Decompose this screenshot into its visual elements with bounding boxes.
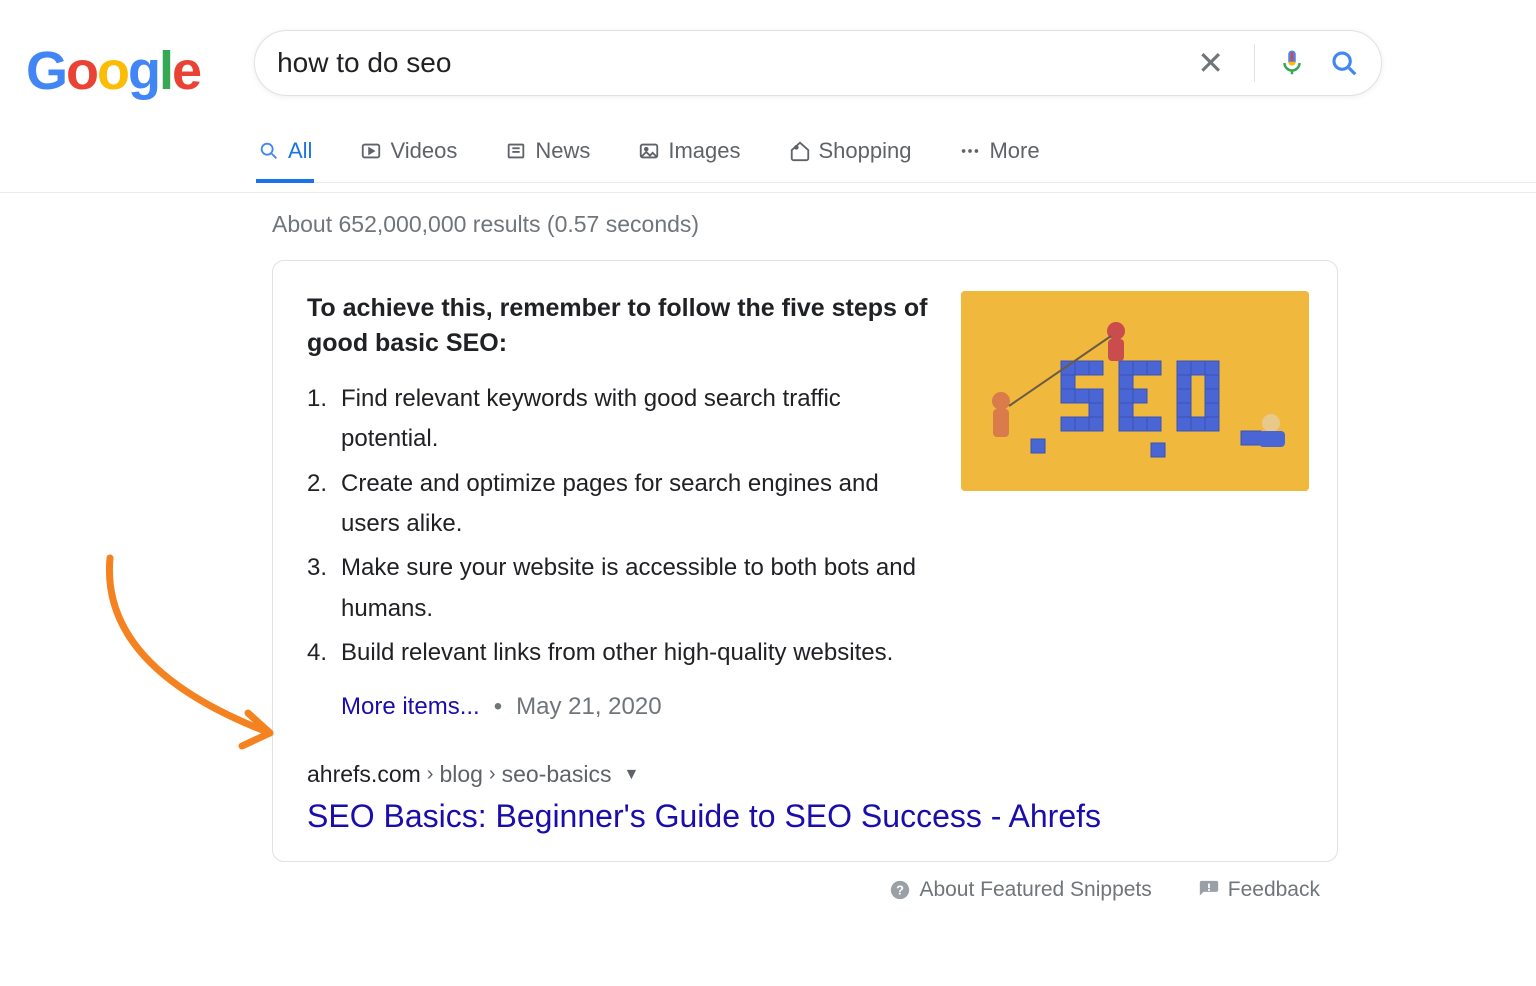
search-icon[interactable] <box>1329 48 1359 78</box>
chevron-icon: › <box>427 763 434 786</box>
divider <box>1254 44 1255 82</box>
dot-separator: • <box>494 693 502 721</box>
search-box: ✕ <box>254 30 1382 96</box>
google-logo[interactable]: Google <box>26 40 200 102</box>
tab-label: All <box>288 138 312 164</box>
clear-icon[interactable]: ✕ <box>1189 44 1232 82</box>
breadcrumb-part: blog <box>439 761 482 788</box>
svg-text:?: ? <box>897 883 905 898</box>
snippet-date: May 21, 2020 <box>516 693 661 721</box>
snippet-list: 1.Find relevant keywords with good searc… <box>307 379 939 673</box>
tab-all[interactable]: All <box>256 128 314 182</box>
breadcrumb: ahrefs.com › blog › seo-basics ▼ <box>307 761 1309 788</box>
tab-videos[interactable]: Videos <box>358 128 459 182</box>
mic-icon[interactable] <box>1277 48 1307 78</box>
featured-snippet: To achieve this, remember to follow the … <box>272 260 1338 862</box>
snippet-thumbnail[interactable] <box>961 291 1309 491</box>
tab-label: News <box>535 138 590 164</box>
tab-label: Shopping <box>819 138 912 164</box>
tab-label: Videos <box>390 138 457 164</box>
tab-label: Images <box>668 138 740 164</box>
chevron-icon: › <box>489 763 496 786</box>
about-featured-snippets-link[interactable]: ? About Featured Snippets <box>889 878 1151 902</box>
list-item: 3.Make sure your website is accessible t… <box>307 548 939 629</box>
breadcrumb-domain: ahrefs.com <box>307 761 421 788</box>
result-stats: About 652,000,000 results (0.57 seconds) <box>272 211 1338 238</box>
breadcrumb-part: seo-basics <box>502 761 612 788</box>
nav-divider <box>0 192 1536 193</box>
snippet-heading: To achieve this, remember to follow the … <box>307 291 939 361</box>
list-item: 4.Build relevant links from other high-q… <box>307 633 939 673</box>
feedback-link[interactable]: Feedback <box>1198 878 1320 902</box>
tab-images[interactable]: Images <box>636 128 742 182</box>
result-title-link[interactable]: SEO Basics: Beginner's Guide to SEO Succ… <box>307 798 1309 835</box>
tab-shopping[interactable]: Shopping <box>787 128 914 182</box>
chevron-down-icon[interactable]: ▼ <box>624 766 640 784</box>
search-nav: All Videos News Images Shopping More Set… <box>256 128 1536 183</box>
list-item: 1.Find relevant keywords with good searc… <box>307 379 939 460</box>
tab-more[interactable]: More <box>957 128 1041 182</box>
list-item: 2.Create and optimize pages for search e… <box>307 464 939 545</box>
tab-label: More <box>989 138 1039 164</box>
more-items-link[interactable]: More items... <box>341 693 480 721</box>
search-input[interactable] <box>277 47 1189 79</box>
tab-news[interactable]: News <box>503 128 592 182</box>
